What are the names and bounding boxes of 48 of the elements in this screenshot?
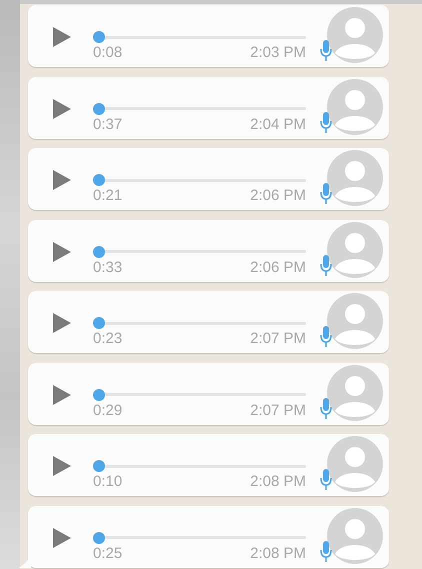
progress-thumb[interactable] xyxy=(93,460,105,472)
microphone-icon xyxy=(320,254,332,276)
message-time: 2:06 PM xyxy=(250,258,306,278)
play-button[interactable] xyxy=(52,98,72,118)
audio-progress-track[interactable] xyxy=(93,388,306,400)
message-time: 2:07 PM xyxy=(250,400,306,420)
progress-thumb[interactable] xyxy=(93,102,105,114)
play-button[interactable] xyxy=(52,313,72,333)
audio-progress-track[interactable] xyxy=(93,102,306,114)
audio-progress-track[interactable] xyxy=(93,317,306,329)
audio-duration: 0:23 xyxy=(93,329,122,349)
audio-progress-track[interactable] xyxy=(93,31,306,43)
progress-thumb[interactable] xyxy=(93,388,105,400)
microphone-icon xyxy=(320,398,332,418)
progress-thumb[interactable] xyxy=(93,317,105,329)
audio-progress-track[interactable] xyxy=(93,174,306,186)
play-button[interactable] xyxy=(52,384,72,404)
play-button[interactable] xyxy=(52,170,72,190)
microphone-icon xyxy=(320,469,332,490)
message-time: 2:06 PM xyxy=(250,186,306,206)
progress-thumb[interactable] xyxy=(93,532,105,544)
audio-progress-track[interactable] xyxy=(93,532,306,544)
audio-duration: 0:33 xyxy=(93,258,122,278)
audio-progress-track[interactable] xyxy=(93,460,306,472)
progress-thumb[interactable] xyxy=(93,31,105,43)
play-button[interactable] xyxy=(52,242,72,262)
message-time: 2:03 PM xyxy=(250,43,306,63)
microphone-icon xyxy=(320,112,332,132)
audio-duration: 0:25 xyxy=(93,544,122,564)
audio-duration: 0:29 xyxy=(93,400,122,420)
play-button[interactable] xyxy=(52,456,72,476)
message-time: 2:07 PM xyxy=(250,329,306,349)
audio-duration: 0:08 xyxy=(93,43,122,63)
audio-duration: 0:10 xyxy=(93,472,122,492)
play-button[interactable] xyxy=(52,528,72,548)
microphone-icon xyxy=(320,540,332,562)
message-time: 2:08 PM xyxy=(250,472,306,492)
message-time: 2:04 PM xyxy=(250,114,306,134)
message-time: 2:08 PM xyxy=(250,544,306,564)
progress-thumb[interactable] xyxy=(93,246,105,258)
audio-duration: 0:21 xyxy=(93,186,122,206)
microphone-icon xyxy=(320,183,332,204)
play-button[interactable] xyxy=(52,27,72,47)
progress-thumb[interactable] xyxy=(93,174,105,186)
audio-progress-track[interactable] xyxy=(93,246,306,258)
microphone-icon xyxy=(320,326,332,347)
microphone-icon xyxy=(320,40,332,61)
audio-duration: 0:37 xyxy=(93,114,122,134)
